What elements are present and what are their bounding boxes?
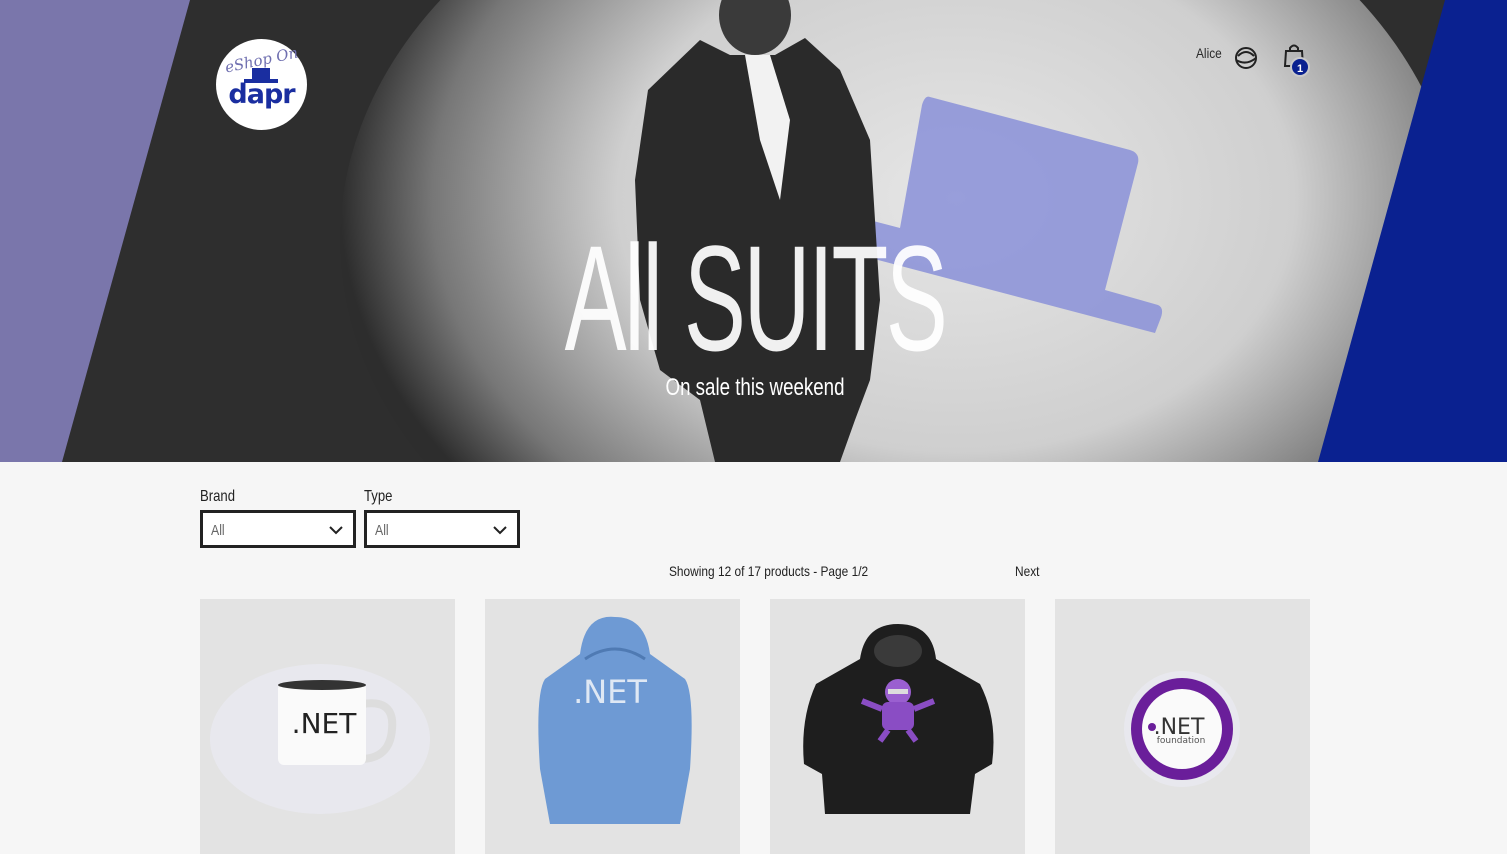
shop-logo[interactable]: eShop On dapr xyxy=(216,39,307,130)
cart-count-badge[interactable]: 1 xyxy=(1290,57,1310,77)
hero-title: All SUITS xyxy=(564,214,948,382)
chevron-down-icon xyxy=(493,526,507,535)
pager-status: Showing 12 of 17 products - Page 1/2 xyxy=(669,563,869,579)
pager-next-link[interactable]: Next xyxy=(1015,563,1039,579)
product-card-net-pin[interactable]: .NET foundation xyxy=(1055,599,1310,854)
black-hoodie-product-image xyxy=(803,624,994,814)
hero-banner: eShop On dapr Alice 1 All SUITS On sale … xyxy=(0,0,1507,462)
blue-hoodie-product-image: .NET xyxy=(538,616,692,824)
brand-select-value: All xyxy=(211,522,225,539)
product-card-blue-hoodie[interactable]: .NET xyxy=(485,599,740,854)
user-avatar-icon[interactable] xyxy=(1233,44,1259,70)
product-card-mug[interactable]: .NET xyxy=(200,599,455,854)
net-foundation-pin-product-image: .NET foundation xyxy=(1124,671,1240,787)
mug-product-image: .NET xyxy=(210,664,430,814)
mug-text: .NET xyxy=(292,707,358,740)
chevron-down-icon xyxy=(329,526,343,535)
hero-subtitle: On sale this weekend xyxy=(665,374,845,401)
type-filter-label: Type xyxy=(364,488,393,505)
hoodie-text: .NET xyxy=(573,673,647,711)
brand-filter-label: Brand xyxy=(200,488,236,505)
user-name[interactable]: Alice xyxy=(1196,45,1222,61)
type-select-value: All xyxy=(375,522,389,539)
type-select[interactable]: All xyxy=(364,510,520,548)
brand-select[interactable]: All xyxy=(200,510,356,548)
pin-subtext: foundation xyxy=(1157,736,1206,746)
logo-main-text: dapr xyxy=(228,79,295,110)
product-card-black-hoodie[interactable] xyxy=(770,599,1025,854)
